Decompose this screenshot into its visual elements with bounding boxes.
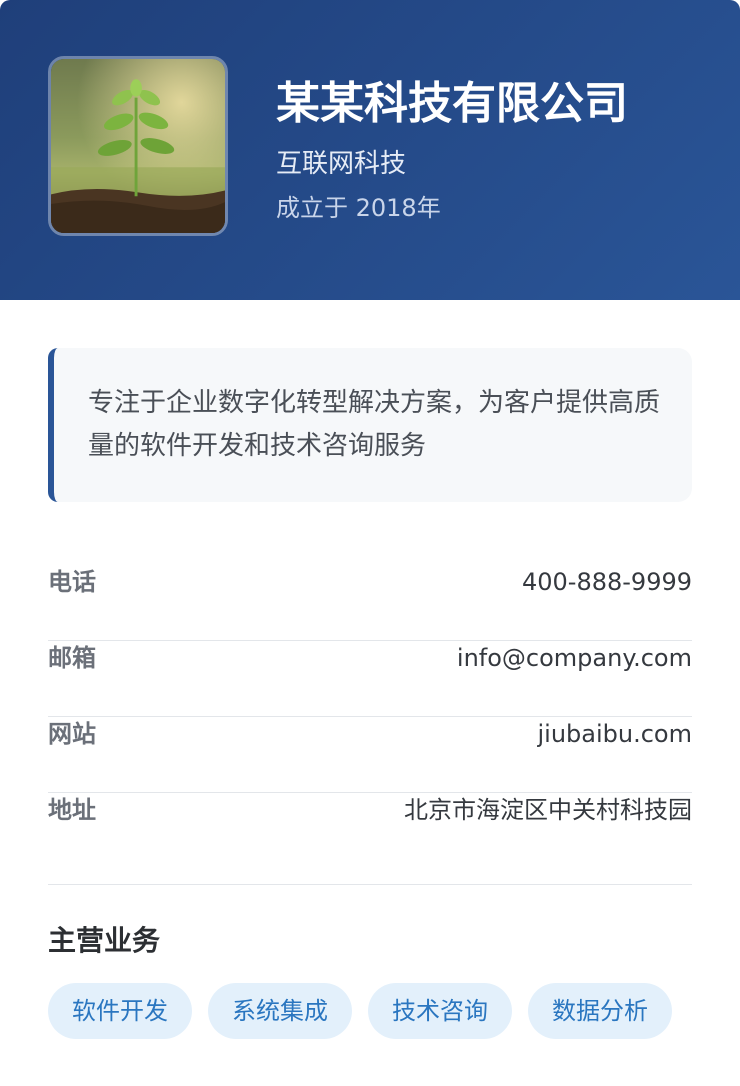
business-tags: 软件开发 系统集成 技术咨询 数据分析 (48, 983, 672, 1039)
address-value: 北京市海淀区中关村科技园 (404, 796, 692, 824)
email-value[interactable]: info@company.com (457, 641, 692, 675)
contact-row-email: 邮箱 info@company.com (48, 641, 692, 717)
business-tag[interactable]: 软件开发 (48, 983, 192, 1039)
business-section-title: 主营业务 (48, 924, 161, 957)
business-tag[interactable]: 数据分析 (528, 983, 672, 1039)
website-label: 网站 (48, 720, 96, 748)
contact-row-website: 网站 jiubaibu.com (48, 717, 692, 793)
section-divider (48, 884, 692, 885)
phone-label: 电话 (48, 568, 96, 596)
address-label: 地址 (48, 796, 96, 824)
card-header: 某某科技有限公司 互联网科技 成立于 2018年 (0, 0, 740, 300)
business-tag[interactable]: 技术咨询 (368, 983, 512, 1039)
contact-row-phone: 电话 400-888-9999 (48, 565, 692, 641)
company-logo (48, 56, 228, 236)
business-tag[interactable]: 系统集成 (208, 983, 352, 1039)
website-link[interactable]: jiubaibu.com (538, 717, 693, 751)
phone-value[interactable]: 400-888-9999 (522, 565, 692, 599)
company-industry: 互联网科技 (276, 149, 407, 179)
company-founded: 成立于 2018年 (276, 194, 441, 222)
company-description: 专注于企业数字化转型解决方案，为客户提供高质量的软件开发和技术咨询服务 (88, 388, 661, 461)
description-box: 专注于企业数字化转型解决方案，为客户提供高质量的软件开发和技术咨询服务 (48, 348, 692, 502)
email-label: 邮箱 (48, 644, 96, 672)
company-name: 某某科技有限公司 (276, 78, 628, 129)
company-card: 某某科技有限公司 互联网科技 成立于 2018年 专注于企业数字化转型解决方案，… (0, 0, 740, 1086)
contact-row-address: 地址 北京市海淀区中关村科技园 (48, 793, 692, 869)
seedling-icon (51, 59, 225, 233)
